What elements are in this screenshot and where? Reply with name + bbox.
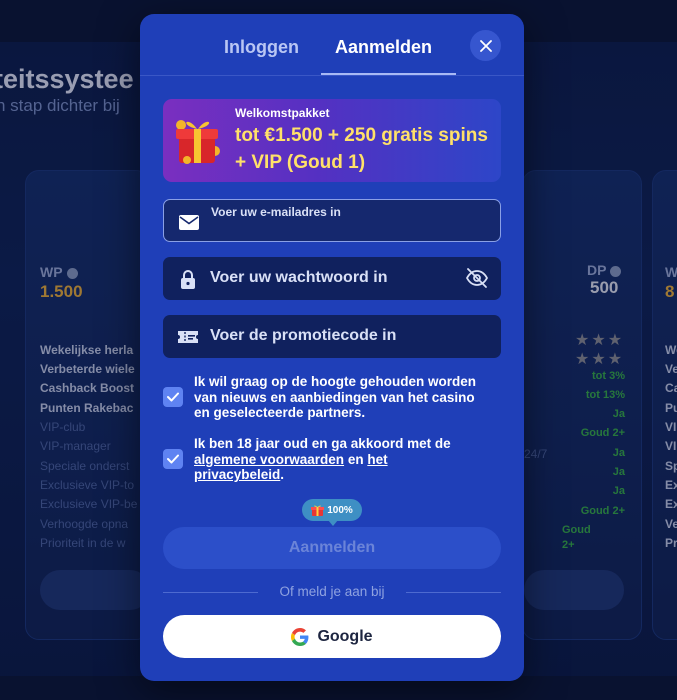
gift-icon <box>176 120 220 164</box>
terms-suffix: . <box>280 467 285 482</box>
close-button[interactable] <box>470 30 501 61</box>
checkmark-icon <box>167 392 179 402</box>
register-button[interactable]: Aanmelden <box>163 527 501 569</box>
bonus-badge: 100% <box>302 499 362 526</box>
terms-middle: en <box>344 451 368 467</box>
active-tab-indicator <box>321 73 456 75</box>
banner-offer: tot €1.500 + 250 gratis spins + VIP (Gou… <box>235 125 488 173</box>
email-input[interactable] <box>211 220 481 238</box>
signup-modal: Inloggen Aanmelden Welkomstpakket tot €1… <box>140 14 524 681</box>
lock-icon <box>177 269 199 289</box>
checkmark-icon <box>167 454 179 464</box>
marketing-checkbox[interactable] <box>163 387 183 407</box>
ticket-icon <box>177 327 199 347</box>
google-signup-button[interactable]: Google <box>163 615 501 658</box>
terms-consent-text: Ik ben 18 jaar oud en ga akkoord met de … <box>194 436 479 483</box>
email-label: Voer uw e-mailadres in <box>211 205 341 219</box>
envelope-icon <box>178 212 200 232</box>
google-label: Google <box>317 627 373 645</box>
terms-checkbox[interactable] <box>163 449 183 469</box>
banner-label: Welkomstpakket <box>235 106 330 120</box>
eye-off-icon[interactable] <box>465 267 489 289</box>
close-icon <box>479 39 492 52</box>
divider-text: Of meld je aan bij <box>279 584 385 599</box>
auth-tabs: Inloggen Aanmelden <box>140 14 524 76</box>
google-icon <box>291 627 309 646</box>
tab-login[interactable]: Inloggen <box>224 37 299 58</box>
promo-code-field[interactable]: Voer de promotiecode in <box>163 315 501 358</box>
terms-link[interactable]: algemene voorwaarden <box>194 452 344 467</box>
welcome-banner[interactable]: Welkomstpakket tot €1.500 + 250 gratis s… <box>163 99 501 182</box>
bonus-badge-text: 100% <box>327 504 353 516</box>
terms-prefix: Ik ben 18 jaar oud en ga akkoord met de <box>194 436 451 451</box>
email-field[interactable]: Voer uw e-mailadres in <box>163 199 501 242</box>
tab-register[interactable]: Aanmelden <box>335 37 432 58</box>
password-placeholder: Voer uw wachtwoord in <box>210 269 388 286</box>
gift-icon <box>311 505 325 516</box>
marketing-consent-text: Ik wil graag op de hoogte gehouden worde… <box>194 374 477 420</box>
promo-placeholder: Voer de promotiecode in <box>210 327 397 344</box>
social-divider: Of meld je aan bij <box>163 584 501 599</box>
password-field[interactable]: Voer uw wachtwoord in <box>163 257 501 300</box>
